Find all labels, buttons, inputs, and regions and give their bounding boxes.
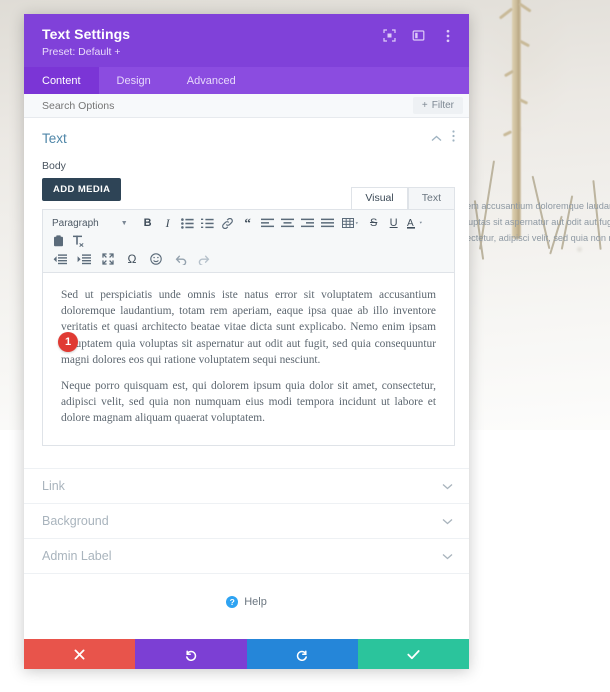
layout-panel-icon[interactable] [411,28,426,43]
strikethrough-icon[interactable]: S [364,214,384,232]
text-color-icon[interactable]: A [404,214,430,232]
align-justify-icon[interactable] [318,214,338,232]
paste-as-text-icon[interactable] [48,232,68,250]
checkmark-icon [407,649,420,660]
undo-icon[interactable] [168,250,192,268]
fullscreen-icon[interactable] [96,250,120,268]
redo-button[interactable] [246,639,358,669]
cancel-button[interactable] [24,639,136,669]
modal-header-actions [382,25,455,43]
search-bar: + Filter [24,94,469,118]
page-title: Text Settings [42,26,131,42]
preset-selector[interactable]: Preset: Default + [42,46,130,58]
bulleted-list-icon[interactable] [178,214,198,232]
section-title: Text [42,130,67,146]
accordion-background[interactable]: Background [24,502,469,538]
table-icon[interactable] [338,214,364,232]
body-field-label: Body [42,160,66,172]
accordion-label: Background [42,513,109,528]
search-input[interactable] [42,99,342,112]
more-options-vertical-icon[interactable] [440,28,455,43]
chevron-down-icon: ▼ [120,219,128,227]
clear-formatting-icon[interactable] [68,232,88,250]
twig [502,130,513,137]
chevron-down-icon [442,477,453,495]
undo-button[interactable] [135,639,247,669]
help-link[interactable]: Help [244,596,267,608]
accordion-label: Admin Label [42,548,112,563]
more-options-vertical-icon[interactable] [452,129,455,147]
outdent-icon[interactable] [48,250,72,268]
modal-header-titles: Text Settings Preset: Default + [42,25,130,58]
filter-button-label: Filter [431,100,454,111]
help-row: ? Help [24,572,469,608]
chevron-down-icon [442,547,453,565]
toolbar-row-1: Paragraph ▼ B I “ S U A [48,214,449,250]
format-select[interactable]: Paragraph ▼ [48,218,134,229]
background-page-text: em accusantium doloremque laudanti lupta… [466,198,610,246]
blockquote-icon[interactable]: “ [238,214,258,232]
tab-visual[interactable]: Visual [351,187,408,209]
fullscreen-expand-icon[interactable] [382,28,397,43]
modal-tabs: Content Design Advanced [24,67,469,94]
chevron-down-icon [442,512,453,530]
close-x-icon [74,649,85,660]
tab-design[interactable]: Design [99,67,169,94]
toolbar-row-2: Ω [48,250,449,268]
special-character-icon[interactable]: Ω [120,250,144,268]
format-select-label: Paragraph [52,217,99,229]
redo-arrow-icon [296,648,309,661]
editor-paragraph: Sed ut perspiciatis unde omnis iste natu… [61,289,436,366]
tab-advanced[interactable]: Advanced [169,67,254,94]
step-badge-1: 1 [58,332,78,352]
save-button[interactable] [357,639,469,669]
accordion-admin-label[interactable]: Admin Label [24,537,469,573]
bold-icon[interactable]: B [138,214,158,232]
modal-header: Text Settings Preset: Default + [24,14,469,67]
chevron-up-icon[interactable] [431,129,442,147]
background-text-line: luptas sit aspernatur aut odit aut fugi [466,217,610,227]
link-icon[interactable] [218,214,238,232]
tab-content[interactable]: Content [24,67,99,94]
italic-icon[interactable]: I [158,214,178,232]
plus-icon: + [421,100,428,111]
wysiwyg-editor: Visual Text Paragraph ▼ B I “ S U A Ω Se… [42,187,455,446]
filter-button[interactable]: + Filter [412,97,463,114]
tab-text[interactable]: Text [407,187,455,209]
modal-footer [24,639,469,669]
editor-content-area[interactable]: Sed ut perspiciatis unde omnis iste natu… [42,273,455,446]
indent-icon[interactable] [72,250,96,268]
underline-icon[interactable]: U [384,214,404,232]
accordion-link[interactable]: Link [24,467,469,503]
align-right-icon[interactable] [298,214,318,232]
align-center-icon[interactable] [278,214,298,232]
section-controls [431,129,455,147]
align-left-icon[interactable] [258,214,278,232]
question-mark-icon: ? [226,595,239,608]
redo-icon[interactable] [192,250,216,268]
numbered-list-icon[interactable] [198,214,218,232]
background-text-line: em accusantium doloremque laudanti [466,201,610,211]
section-header-text[interactable]: Text [24,118,469,158]
modal-body: Text Body ADD MEDIA Visual Text Paragrap… [24,118,469,639]
editor-mode-tabs: Visual Text [351,187,455,209]
text-settings-modal: Text Settings Preset: Default + Content … [24,14,469,669]
add-media-button[interactable]: ADD MEDIA [42,178,122,201]
editor-toolbar: Paragraph ▼ B I “ S U A Ω [42,209,455,273]
accordion-label: Link [42,478,65,493]
editor-paragraph: Neque porro quisquam est, qui dolorem ip… [61,380,436,425]
undo-arrow-icon [184,648,197,661]
background-text-line: ectetur, adipisci velit, sed quia non nu [466,233,610,243]
emoji-icon[interactable] [144,250,168,268]
